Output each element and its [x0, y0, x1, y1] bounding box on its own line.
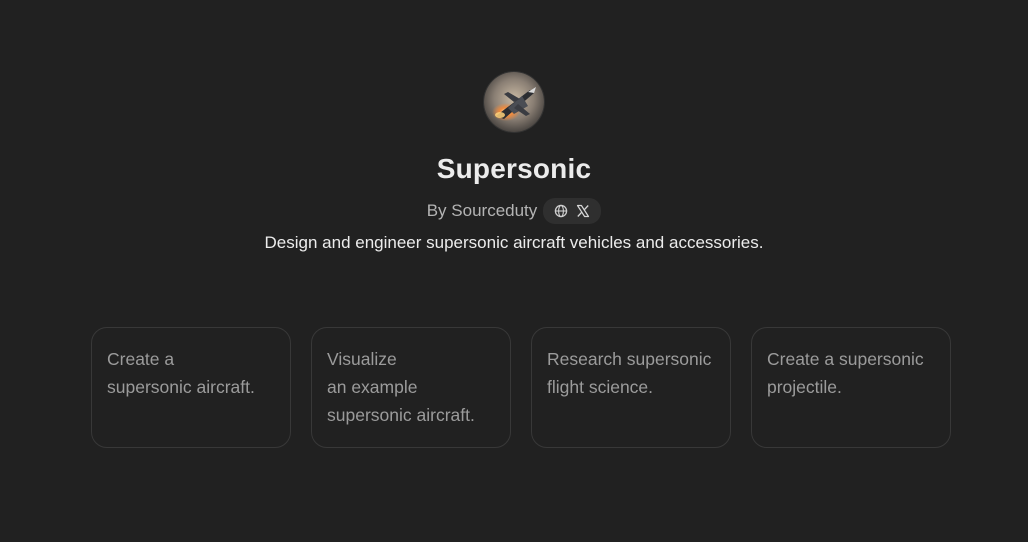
- globe-icon[interactable]: [553, 203, 569, 219]
- gpt-avatar: [484, 72, 544, 132]
- starter-text: Create a supersonic projectile.: [767, 349, 924, 397]
- starter-text: Research supersonic flight science.: [547, 349, 712, 397]
- starter-text: Visualize an example supersonic aircraft…: [327, 349, 475, 425]
- supersonic-jet-icon: [484, 72, 544, 132]
- conversation-starters: Create a supersonic aircraft. Visualize …: [91, 327, 951, 448]
- starter-card-visualize-aircraft[interactable]: Visualize an example supersonic aircraft…: [311, 327, 511, 448]
- starter-card-create-projectile[interactable]: Create a supersonic projectile.: [751, 327, 951, 448]
- starter-card-research-flight[interactable]: Research supersonic flight science.: [531, 327, 731, 448]
- gpt-header: Supersonic By Sourceduty Design and engi…: [0, 0, 1028, 254]
- gpt-description: Design and engineer supersonic aircraft …: [264, 233, 764, 252]
- gpt-byline: By Sourceduty: [427, 198, 602, 224]
- author-label: By Sourceduty: [426, 201, 538, 220]
- social-links: [543, 198, 602, 224]
- starter-card-create-aircraft[interactable]: Create a supersonic aircraft.: [91, 327, 291, 448]
- starter-text: Create a supersonic aircraft.: [107, 349, 255, 397]
- gpt-title: Supersonic: [436, 153, 592, 184]
- x-logo-icon[interactable]: [575, 203, 591, 219]
